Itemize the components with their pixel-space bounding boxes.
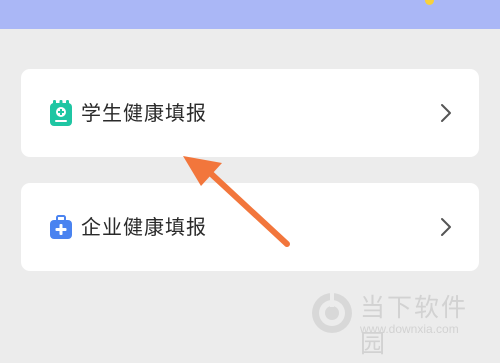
watermark: 当下软件园 www.downxia.com xyxy=(310,285,480,358)
chevron-right-icon xyxy=(441,104,451,122)
chevron-right-icon xyxy=(441,218,451,236)
watermark-url: www.downxia.com xyxy=(360,322,459,336)
top-banner xyxy=(0,0,500,29)
downxia-logo-icon xyxy=(312,293,352,333)
banner-decoration xyxy=(425,0,434,5)
enterprise-health-report-label: 企业健康填报 xyxy=(81,215,207,239)
student-health-report-label: 学生健康填报 xyxy=(81,101,207,125)
clipboard-plus-icon xyxy=(50,100,72,126)
enterprise-health-report-item[interactable]: 企业健康填报 xyxy=(21,183,479,271)
student-health-report-item[interactable]: 学生健康填报 xyxy=(21,69,479,157)
medical-kit-icon xyxy=(50,215,72,239)
